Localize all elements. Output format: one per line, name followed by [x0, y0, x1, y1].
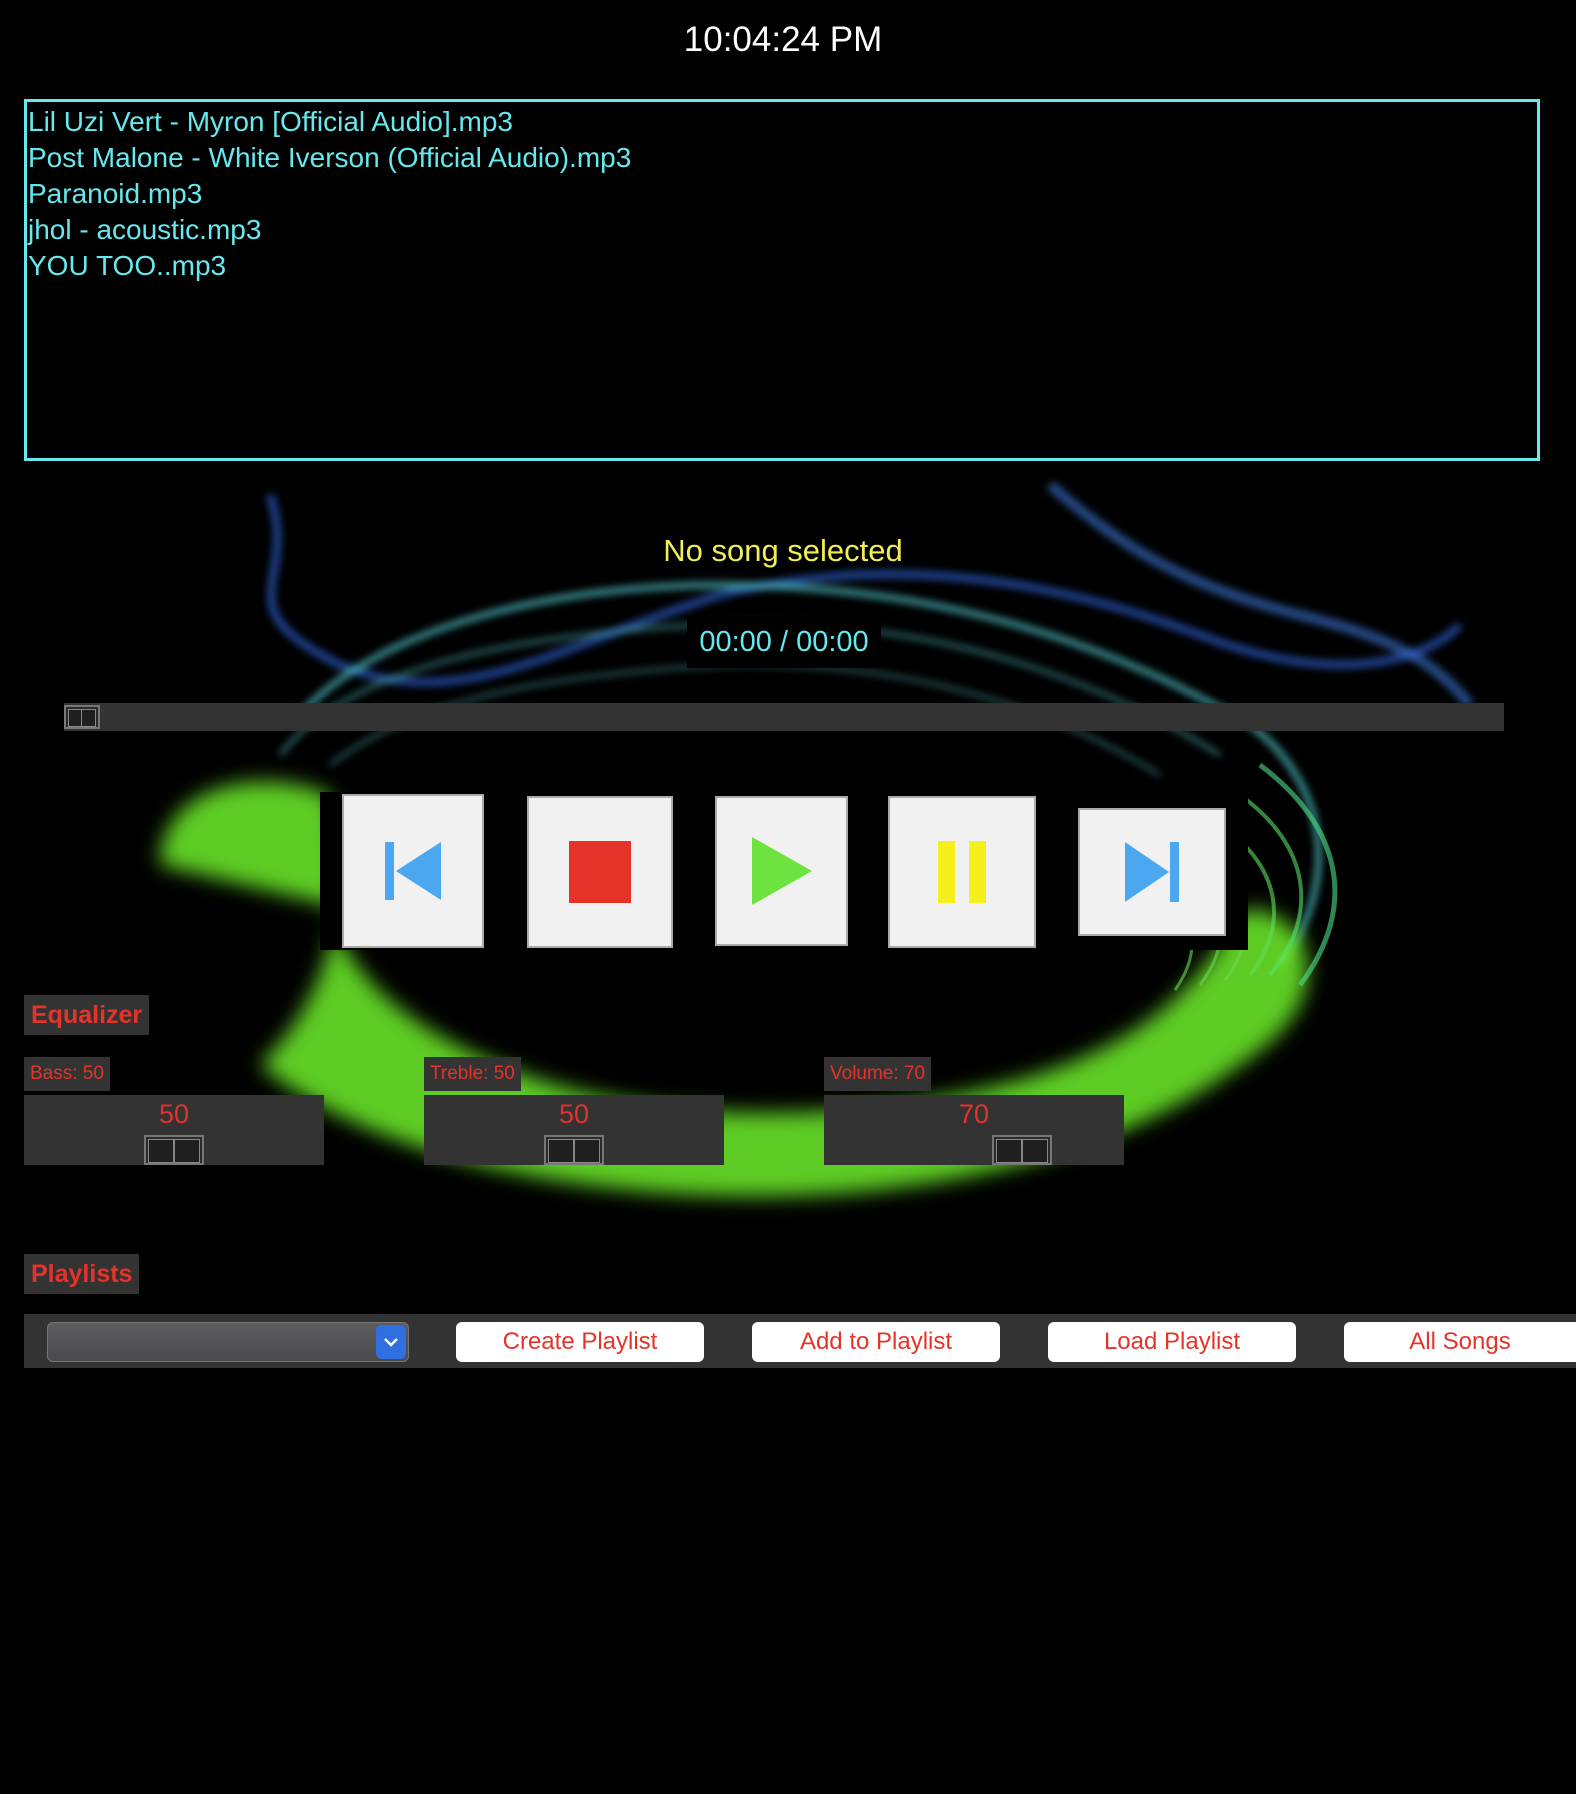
pause-button[interactable]	[888, 796, 1036, 948]
bass-slider[interactable]: 50	[24, 1095, 324, 1165]
create-playlist-button[interactable]: Create Playlist	[456, 1322, 704, 1362]
playlists-heading: Playlists	[24, 1254, 140, 1294]
now-playing-title: No song selected	[663, 533, 903, 568]
next-button[interactable]	[1078, 808, 1226, 936]
list-item[interactable]: Lil Uzi Vert - Myron [Official Audio].mp…	[28, 104, 1536, 140]
skip-previous-icon	[385, 842, 441, 900]
volume-value: 70	[958, 1099, 990, 1129]
add-to-playlist-button[interactable]: Add to Playlist	[752, 1322, 1000, 1362]
treble-slider[interactable]: 50	[424, 1095, 724, 1165]
skip-next-icon	[1125, 842, 1179, 902]
play-icon	[751, 837, 812, 905]
list-item[interactable]: Paranoid.mp3	[28, 176, 1536, 212]
slider-thumb[interactable]	[992, 1135, 1052, 1165]
slider-thumb[interactable]	[144, 1135, 204, 1165]
seek-thumb[interactable]	[64, 705, 100, 729]
stop-icon	[569, 841, 631, 903]
equalizer-heading: Equalizer	[24, 995, 150, 1035]
playback-controls	[320, 792, 1248, 950]
seek-bar[interactable]	[64, 703, 1504, 731]
bass-label: Bass: 50	[24, 1057, 110, 1091]
volume-label: Volume: 70	[824, 1057, 932, 1091]
playlist-toolbar: Create Playlist Add to Playlist Load Pla…	[24, 1314, 1576, 1368]
previous-button[interactable]	[342, 794, 484, 948]
chevron-down-icon[interactable]	[376, 1325, 406, 1359]
pause-icon	[938, 841, 986, 903]
slider-thumb[interactable]	[544, 1135, 604, 1165]
bass-value: 50	[158, 1099, 190, 1129]
list-item[interactable]: jhol - acoustic.mp3	[28, 212, 1536, 248]
clock: 10:04:24 PM	[683, 20, 883, 59]
treble-value: 50	[558, 1099, 590, 1129]
load-playlist-button[interactable]: Load Playlist	[1048, 1322, 1296, 1362]
treble-label: Treble: 50	[424, 1057, 521, 1091]
list-item[interactable]: Post Malone - White Iverson (Official Au…	[28, 140, 1536, 176]
list-item[interactable]: YOU TOO..mp3	[28, 248, 1536, 284]
all-songs-button[interactable]: All Songs	[1344, 1322, 1576, 1362]
time-display: 00:00 / 00:00	[687, 616, 881, 668]
volume-slider[interactable]: 70	[824, 1095, 1124, 1165]
play-button[interactable]	[715, 796, 848, 946]
stop-button[interactable]	[527, 796, 673, 948]
playlist-select[interactable]	[47, 1322, 409, 1362]
song-list[interactable]: Lil Uzi Vert - Myron [Official Audio].mp…	[24, 99, 1540, 461]
